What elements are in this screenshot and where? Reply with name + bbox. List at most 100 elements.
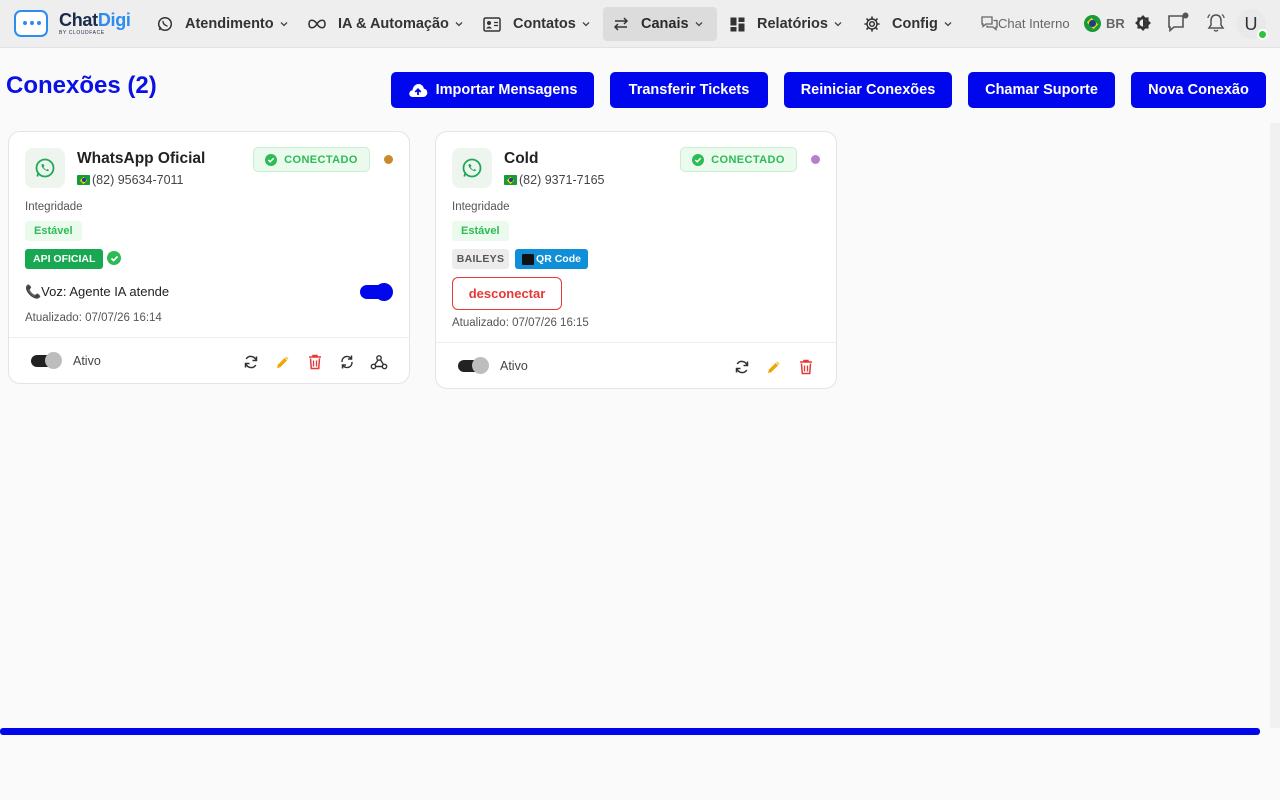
call-support-label: Chamar Suporte	[985, 82, 1098, 98]
chat-bubbles-icon	[981, 16, 998, 31]
chevron-down-icon	[695, 22, 703, 27]
qr-square-icon	[522, 253, 535, 265]
voice-agent-toggle[interactable]	[360, 283, 393, 301]
qr-code-tag: QR Code	[515, 249, 588, 269]
api-oficial-tag: API OFICIAL	[25, 249, 104, 269]
trash-icon	[800, 359, 812, 375]
integrity-label: Integridade	[452, 201, 510, 213]
webhook-button[interactable]	[369, 352, 389, 372]
connection-phone: (82) 9371-7165	[504, 173, 604, 187]
check-circle-icon	[265, 153, 278, 166]
brand-name-part2: Digi	[97, 9, 131, 30]
nav-config[interactable]: Config	[864, 7, 960, 41]
delete-button[interactable]	[305, 352, 325, 372]
sync-icon	[341, 355, 353, 369]
qr-code-label: QR Code	[536, 253, 581, 265]
restart-connections-button[interactable]: Reiniciar Conexões	[784, 72, 952, 108]
card-footer: Ativo	[436, 342, 836, 390]
brazil-flag-icon	[504, 175, 517, 185]
dashboard-icon	[729, 16, 745, 32]
infinity-icon	[308, 16, 326, 32]
loading-progress-bar	[0, 728, 1260, 735]
swap-arrows-icon	[613, 16, 629, 32]
user-avatar[interactable]: U	[1236, 9, 1268, 40]
notifications-button[interactable]	[1205, 12, 1227, 34]
top-navigation-bar: ChatDigi BY CLOUDFACE Atendimento IA & A…	[0, 0, 1280, 48]
new-connection-button[interactable]: Nova Conexão	[1131, 72, 1266, 108]
trash-icon	[309, 354, 321, 370]
active-label: Ativo	[73, 354, 101, 368]
baileys-tag: BAILEYS	[452, 249, 509, 269]
chevron-down-icon	[280, 22, 288, 27]
webhook-icon	[370, 355, 388, 370]
announcements-button[interactable]	[1167, 12, 1189, 34]
call-support-button[interactable]: Chamar Suporte	[968, 72, 1115, 108]
language-selector[interactable]: BR	[1084, 15, 1125, 32]
transfer-tickets-button[interactable]: Transferir Tickets	[610, 72, 768, 108]
brazil-flag-icon	[77, 175, 90, 185]
voice-agent-label: 📞Voz: Agente IA atende	[25, 284, 170, 299]
theme-toggle-button[interactable]	[1132, 12, 1154, 34]
updated-timestamp: Atualizado: 07/07/26 16:15	[452, 317, 589, 329]
pencil-icon	[277, 356, 289, 368]
status-label: CONECTADO	[284, 153, 358, 166]
gear-icon	[864, 16, 880, 32]
import-messages-label: Importar Mensagens	[435, 82, 578, 98]
nav-canais-label: Canais	[641, 16, 689, 32]
chevron-down-icon	[455, 22, 463, 27]
new-connection-label: Nova Conexão	[1148, 82, 1249, 98]
language-label: BR	[1106, 16, 1125, 31]
chat-interno-link[interactable]: Chat Interno	[981, 16, 1070, 31]
verified-check-icon	[107, 251, 121, 265]
chat-bubble-logo-icon	[14, 9, 48, 37]
color-dot	[811, 155, 820, 164]
connection-phone-number: (82) 95634-7011	[92, 173, 184, 187]
whatsapp-icon	[25, 148, 65, 188]
nav-canais[interactable]: Canais	[603, 7, 717, 41]
whatsapp-icon	[157, 16, 173, 32]
transfer-tickets-label: Transferir Tickets	[628, 82, 750, 98]
app-logo[interactable]: ChatDigi BY CLOUDFACE	[14, 8, 134, 38]
nav-contatos[interactable]: Contatos	[483, 7, 598, 41]
bell-icon	[1207, 13, 1225, 32]
refresh-button[interactable]	[732, 357, 752, 377]
brazil-flag-icon	[1084, 15, 1101, 32]
page-title: Conexões (2)	[6, 72, 157, 99]
nav-ia-automacao[interactable]: IA & Automação	[308, 7, 471, 41]
nav-relatorios-label: Relatórios	[757, 16, 828, 32]
sync-button[interactable]	[337, 352, 357, 372]
nav-atendimento[interactable]: Atendimento	[157, 7, 296, 41]
avatar-initial: U	[1244, 13, 1258, 34]
brand-name-part1: Chat	[59, 9, 98, 30]
brightness-icon	[1135, 15, 1151, 31]
nav-relatorios[interactable]: Relatórios	[729, 7, 850, 41]
refresh-icon	[244, 355, 258, 369]
active-toggle[interactable]	[31, 352, 62, 369]
refresh-icon	[735, 360, 749, 374]
connection-card-cold: Cold (82) 9371-7165 CONECTADO Integridad…	[435, 131, 837, 389]
edit-button[interactable]	[764, 357, 784, 377]
edit-button[interactable]	[273, 352, 293, 372]
check-circle-icon	[692, 153, 705, 166]
connection-phone: (82) 95634-7011	[77, 173, 184, 187]
vertical-scrollbar[interactable]	[1270, 123, 1280, 728]
nav-ia-automacao-label: IA & Automação	[338, 16, 449, 32]
cloud-upload-icon	[408, 83, 428, 98]
disconnect-button[interactable]: desconectar	[452, 277, 562, 310]
status-badge: CONECTADO	[253, 147, 370, 172]
restart-connections-label: Reiniciar Conexões	[800, 82, 936, 98]
online-status-dot	[1257, 29, 1268, 40]
status-badge: CONECTADO	[680, 147, 797, 172]
active-toggle[interactable]	[458, 357, 489, 374]
chevron-down-icon	[582, 22, 590, 27]
status-label: CONECTADO	[711, 153, 785, 166]
card-footer: Ativo	[9, 337, 409, 385]
delete-button[interactable]	[796, 357, 816, 377]
import-messages-button[interactable]: Importar Mensagens	[391, 72, 594, 108]
chevron-down-icon	[944, 22, 952, 27]
active-label: Ativo	[500, 359, 528, 373]
refresh-button[interactable]	[241, 352, 261, 372]
updated-timestamp: Atualizado: 07/07/26 16:14	[25, 312, 162, 324]
brand-subtitle: BY CLOUDFACE	[59, 29, 105, 36]
nav-atendimento-label: Atendimento	[185, 16, 274, 32]
